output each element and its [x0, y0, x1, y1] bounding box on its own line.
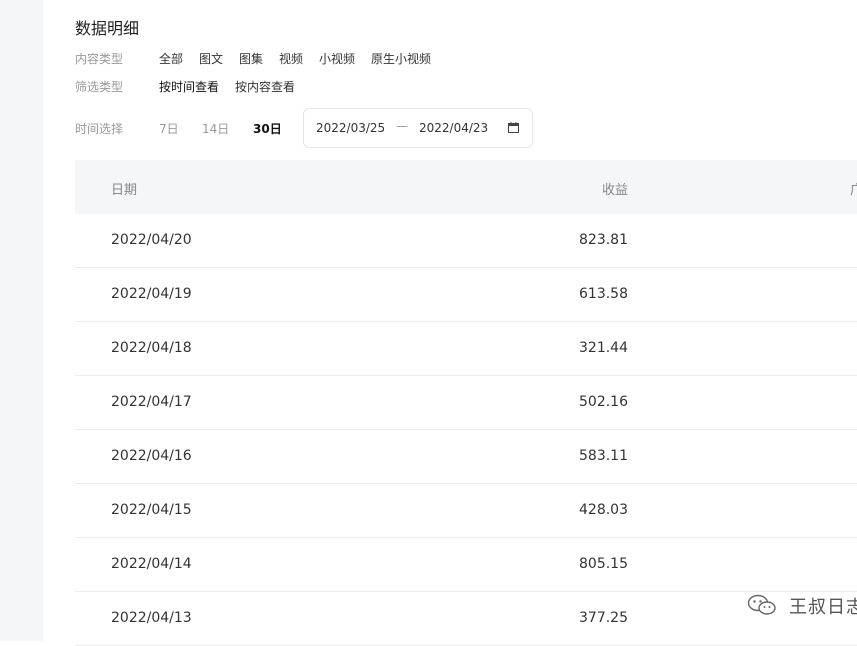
content-type-video[interactable]: 视频 [279, 50, 303, 67]
header-income: 收益 [601, 183, 628, 198]
table-row: 2022/04/19 613.58 [75, 268, 857, 322]
header-date: 日期 [111, 183, 138, 198]
table-row: 2022/04/15 428.03 [75, 484, 857, 538]
content-type-label: 内容类型 [75, 52, 124, 66]
table-header: 日期 收益 广 [75, 160, 857, 214]
filter-type-filter: 筛选类型 按时间查看 按内容查看 [75, 78, 575, 96]
time-label: 时间选择 [75, 122, 124, 136]
calendar-icon[interactable] [508, 122, 519, 133]
cell-income: 805.15 [579, 556, 628, 572]
date-range-picker[interactable]: 2022/03/25 — 2022/04/23 [303, 108, 533, 148]
content-type-filter: 内容类型 全部 图文 图集 视频 小视频 原生小视频 [75, 50, 575, 68]
table-body: 2022/04/20 823.81 2022/04/19 613.58 2022/04/… [75, 214, 857, 646]
cell-date: 2022/04/14 [111, 556, 192, 572]
time-option-30d[interactable]: 30日 [253, 120, 282, 137]
content-type-native-short-video[interactable]: 原生小视频 [371, 50, 431, 67]
cell-date: 2022/04/16 [111, 448, 192, 464]
cell-date: 2022/04/18 [111, 340, 192, 356]
data-table: 日期 收益 广 2022/04/20 823.81 2022/04/19 613.58… [75, 160, 857, 646]
cell-date: 2022/04/13 [111, 610, 192, 626]
cell-income: 502.16 [579, 394, 628, 410]
cell-income: 823.81 [579, 232, 628, 248]
time-filter: 时间选择 7日 14日 30日 [75, 120, 315, 138]
cell-date: 2022/04/17 [111, 394, 192, 410]
date-separator: — [396, 119, 408, 133]
content-type-article[interactable]: 图文 [199, 50, 223, 67]
content-type-short-video[interactable]: 小视频 [319, 50, 355, 67]
cell-income: 321.44 [579, 340, 628, 356]
filter-type-label: 筛选类型 [75, 80, 124, 94]
content-type-gallery[interactable]: 图集 [239, 50, 263, 67]
table-row: 2022/04/18 321.44 [75, 322, 857, 376]
cell-date: 2022/04/19 [111, 286, 192, 302]
filter-by-time[interactable]: 按时间查看 [159, 78, 219, 95]
filter-by-content[interactable]: 按内容查看 [235, 78, 295, 95]
cell-income: 377.25 [579, 610, 628, 626]
cell-date: 2022/04/20 [111, 232, 192, 248]
header-ad: 广 [850, 183, 857, 198]
wechat-icon [747, 594, 776, 615]
cell-income: 613.58 [579, 286, 628, 302]
main-panel: 数据明细 内容类型 全部 图文 图集 视频 小视频 原生小视频 筛选类型 按时间… [43, 0, 857, 646]
cell-date: 2022/04/15 [111, 502, 192, 518]
table-row: 2022/04/16 583.11 [75, 430, 857, 484]
table-row: 2022/04/13 377.25 [75, 592, 857, 646]
table-row: 2022/04/17 502.16 [75, 376, 857, 430]
time-option-7d[interactable]: 7日 [159, 120, 179, 137]
table-row: 2022/04/14 805.15 [75, 538, 857, 592]
table-row: 2022/04/20 823.81 [75, 214, 857, 268]
content-type-all[interactable]: 全部 [159, 50, 183, 67]
page-title: 数据明细 [75, 19, 140, 38]
cell-income: 428.03 [579, 502, 628, 518]
date-start[interactable]: 2022/03/25 [316, 121, 385, 135]
left-sidebar-strip [0, 0, 43, 641]
date-end[interactable]: 2022/04/23 [419, 121, 488, 135]
time-option-14d[interactable]: 14日 [202, 120, 229, 137]
cell-income: 583.11 [579, 448, 628, 464]
watermark-text: 王叔日志 [789, 597, 857, 618]
